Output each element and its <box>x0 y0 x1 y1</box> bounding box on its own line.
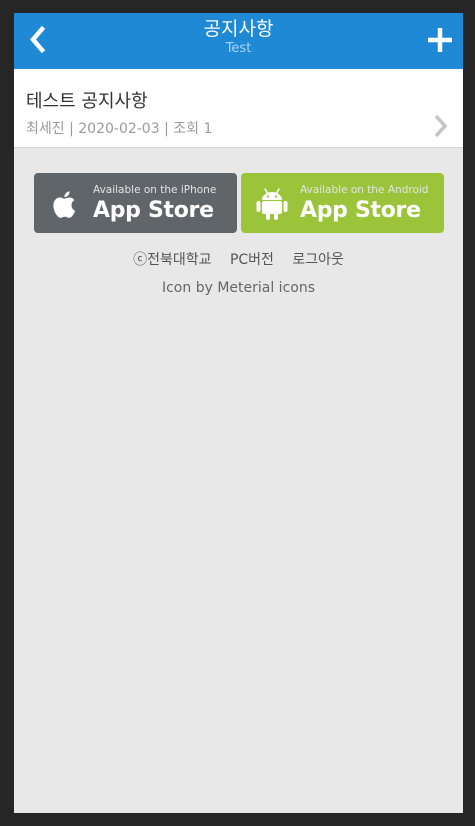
ios-app-store-button[interactable]: Available on the iPhone App Store <box>34 173 237 233</box>
android-store-caption: Available on the Android <box>300 184 429 196</box>
apple-icon <box>53 191 76 218</box>
footer-link-logout[interactable]: 로그아웃 <box>292 252 344 268</box>
footer-link-pc-version[interactable]: PC버전 <box>230 252 274 268</box>
android-icon <box>256 188 288 220</box>
ios-store-label: App Store <box>93 198 214 223</box>
notice-title: 테스트 공지사항 <box>26 91 148 112</box>
notice-list-item[interactable]: 테스트 공지사항 최세진 | 2020-02-03 | 조회 1 <box>14 69 463 148</box>
footer-links: ⓒ전북대학교 PC버전 로그아웃 <box>14 249 463 269</box>
add-button[interactable] <box>425 25 455 55</box>
back-button[interactable] <box>24 25 54 55</box>
android-store-label: App Store <box>300 198 421 223</box>
footer-link-copyright[interactable]: ⓒ전북대학교 <box>133 252 211 268</box>
ios-store-caption: Available on the iPhone <box>93 184 217 196</box>
plus-icon <box>428 28 452 52</box>
page-title: 공지사항 <box>203 18 274 40</box>
chevron-left-icon <box>30 25 46 54</box>
chevron-right-icon <box>434 114 448 138</box>
android-app-store-button[interactable]: Available on the Android App Store <box>241 173 444 233</box>
notice-meta: 최세진 | 2020-02-03 | 조회 1 <box>26 121 213 137</box>
header-title-group: 공지사항 Test <box>74 17 403 57</box>
app-header: 공지사항 Test <box>14 13 463 69</box>
page-subtitle: Test <box>225 41 252 56</box>
icon-credit: Icon by Meterial icons <box>161 280 315 296</box>
app-screen: 공지사항 Test 테스트 공지사항 최세진 | 2020-02-03 | 조회… <box>14 13 463 813</box>
